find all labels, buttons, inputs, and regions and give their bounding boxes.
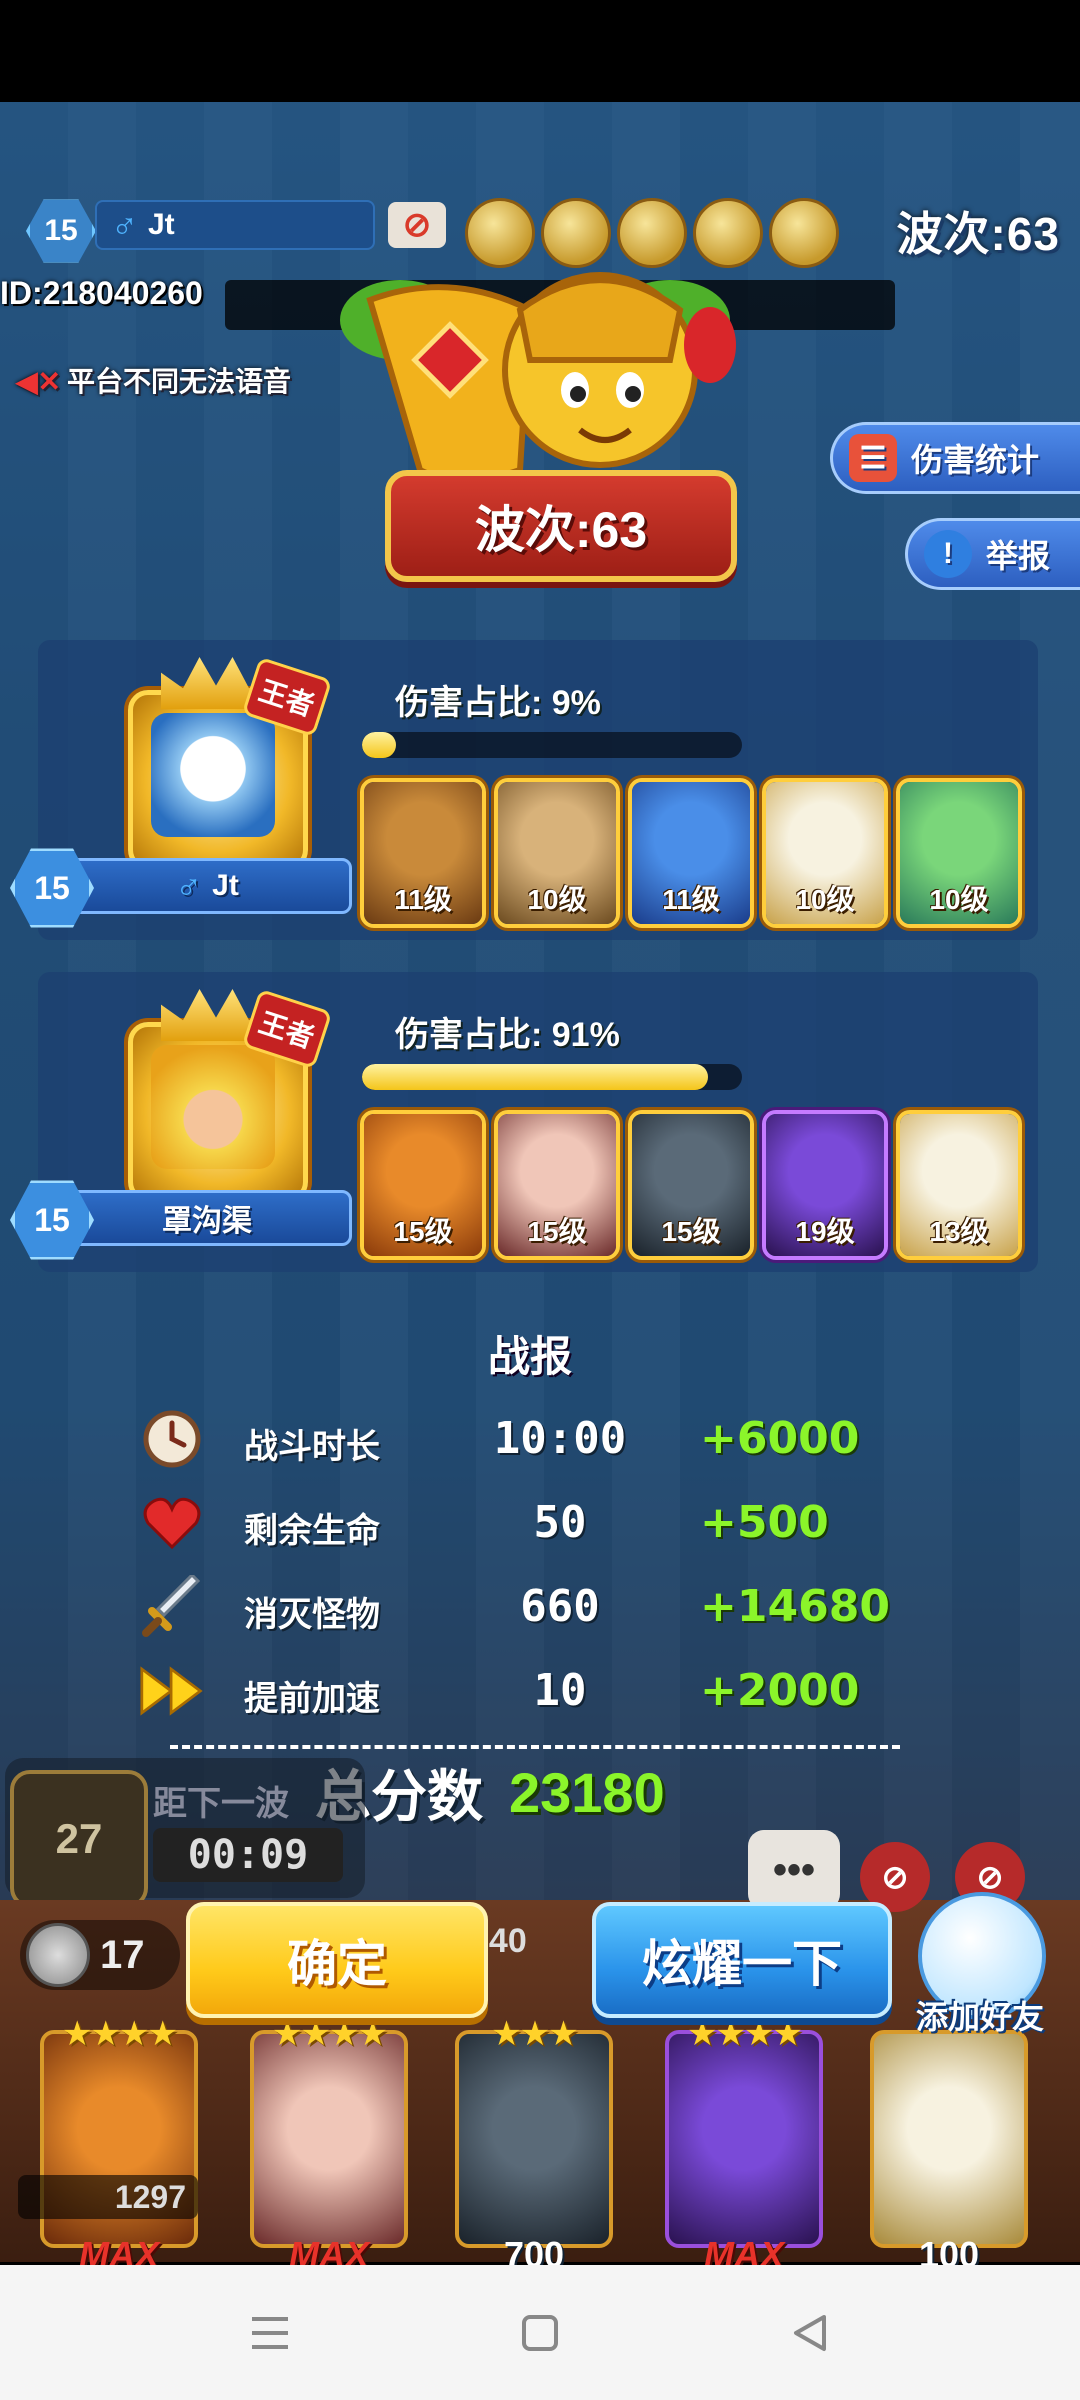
battle-report: 战报 战斗时长 10:00 +6000 剩余生命 50 +500 消灭怪物 66… (120, 1295, 940, 1815)
unit-level: 15级 (393, 1216, 453, 1247)
voice-notice: ◀✕ 平台不同无法语音 (16, 366, 292, 397)
wave-number-badge: 27 (10, 1770, 148, 1908)
unit-level: 11级 (394, 884, 452, 915)
unit-card: 10级 (896, 778, 1022, 928)
list-icon: ☰ (849, 434, 897, 482)
share-button[interactable]: 炫耀一下 (592, 1902, 892, 2018)
fast-forward-icon (140, 1659, 204, 1723)
coin-icon (26, 1923, 90, 1987)
hero-slot[interactable]: ★★★★ MAX (250, 2015, 408, 2275)
heart-icon (140, 1491, 204, 1555)
unit-level: 10级 (795, 884, 855, 915)
unit-level: 10级 (527, 884, 587, 915)
hero-slot[interactable]: ★★★ 700 (455, 2015, 613, 2275)
hero-slot[interactable]: 100 (870, 2030, 1028, 2275)
unit-level: 15级 (527, 1216, 587, 1247)
more-icon[interactable]: ••• (748, 1830, 840, 1910)
player-avatar[interactable]: 王者 (128, 656, 333, 870)
speaker-muted-icon: ◀✕ (16, 366, 61, 397)
star-rating: ★★★★ (62, 2015, 178, 2053)
unit-level: 19级 (795, 1216, 855, 1247)
coin-counter: 17 (20, 1920, 180, 1990)
unit-card: 10级 (762, 778, 888, 928)
damage-stats-button[interactable]: ☰ 伤害统计 (830, 422, 1080, 494)
unit-card: 13级 (896, 1110, 1022, 1260)
player-name-plate: 罩沟渠 (62, 1190, 352, 1246)
sword-icon (140, 1575, 204, 1639)
player-name: Jt (148, 208, 175, 241)
damage-share-fill (362, 1064, 708, 1090)
unit-card: 15级 (360, 1110, 486, 1260)
unit-card: 19级 (762, 1110, 888, 1260)
damage-share-label: 伤害占比: 91% (395, 1016, 620, 1054)
damage-share-bar (362, 732, 742, 758)
clown-avatar-icon (151, 713, 275, 837)
unit-card: 15级 (494, 1110, 620, 1260)
wave-counter: 波次:63 (896, 208, 1060, 260)
player-avatar[interactable]: 王者 (128, 988, 333, 1202)
clock-icon (140, 1407, 204, 1471)
kill-count-badge: 1297 (18, 2175, 198, 2219)
confirm-button[interactable]: 确定 (186, 1902, 488, 2018)
battle-report-title: 战报 (487, 1333, 572, 1380)
damage-share-label: 伤害占比: 9% (395, 684, 601, 722)
unit-level: 11级 (662, 884, 720, 915)
report-divider (170, 1745, 900, 1749)
menu-icon[interactable] (240, 2303, 300, 2363)
wave-result-banner: 波次:63 (385, 470, 737, 582)
hero-head-icon (769, 198, 839, 268)
player-id: ID:218040260 (0, 275, 203, 311)
next-wave-label: 距下一波 (153, 1785, 289, 1823)
back-icon[interactable] (780, 2303, 840, 2363)
unit-level: 15级 (661, 1216, 721, 1247)
star-rating: ★★★★ (687, 2015, 803, 2053)
unit-card: 10级 (494, 778, 620, 928)
unit-card: 11级 (628, 778, 754, 928)
next-wave-countdown: 00:09 (153, 1828, 343, 1882)
star-rating: ★★★ (491, 2015, 578, 2053)
report-button[interactable]: ! 举报 (905, 518, 1080, 590)
star-rating: ★★★★ (272, 2015, 388, 2053)
shield-icon: ! (924, 530, 972, 578)
add-friend-label: 添加好友 (915, 1999, 1044, 2035)
system-navigation-bar (0, 2265, 1080, 2400)
unit-card: 11级 (360, 778, 486, 928)
report-row-speedup: 提前加速 10 +2000 (140, 1659, 940, 1729)
total-score-value: 23180 (509, 1760, 665, 1824)
damage-share-fill (362, 732, 397, 758)
total-score: 总分数 23180 (315, 1752, 665, 1832)
unit-level: 13级 (929, 1216, 989, 1247)
report-row-lives: 剩余生命 50 +500 (140, 1491, 940, 1561)
home-icon[interactable] (510, 2303, 570, 2363)
next-wave-timer: 27 距下一波 00:09 (5, 1758, 365, 1908)
damage-share-bar (362, 1064, 742, 1090)
add-friend-button[interactable]: 添加好友 (900, 1892, 1060, 2042)
male-icon: ♂ (111, 204, 138, 245)
report-row-kills: 消灭怪物 660 +14680 (140, 1575, 940, 1645)
hero-slot[interactable]: ★★★★ MAX (665, 2015, 823, 2275)
report-row-duration: 战斗时长 10:00 +6000 (140, 1407, 940, 1477)
male-icon: ♂ (175, 865, 203, 906)
unit-level: 10级 (929, 884, 989, 915)
player-name-plate: ♂ Jt (62, 858, 352, 914)
unit-card: 15级 (628, 1110, 754, 1260)
blonde-hero-avatar-icon (151, 1045, 275, 1169)
